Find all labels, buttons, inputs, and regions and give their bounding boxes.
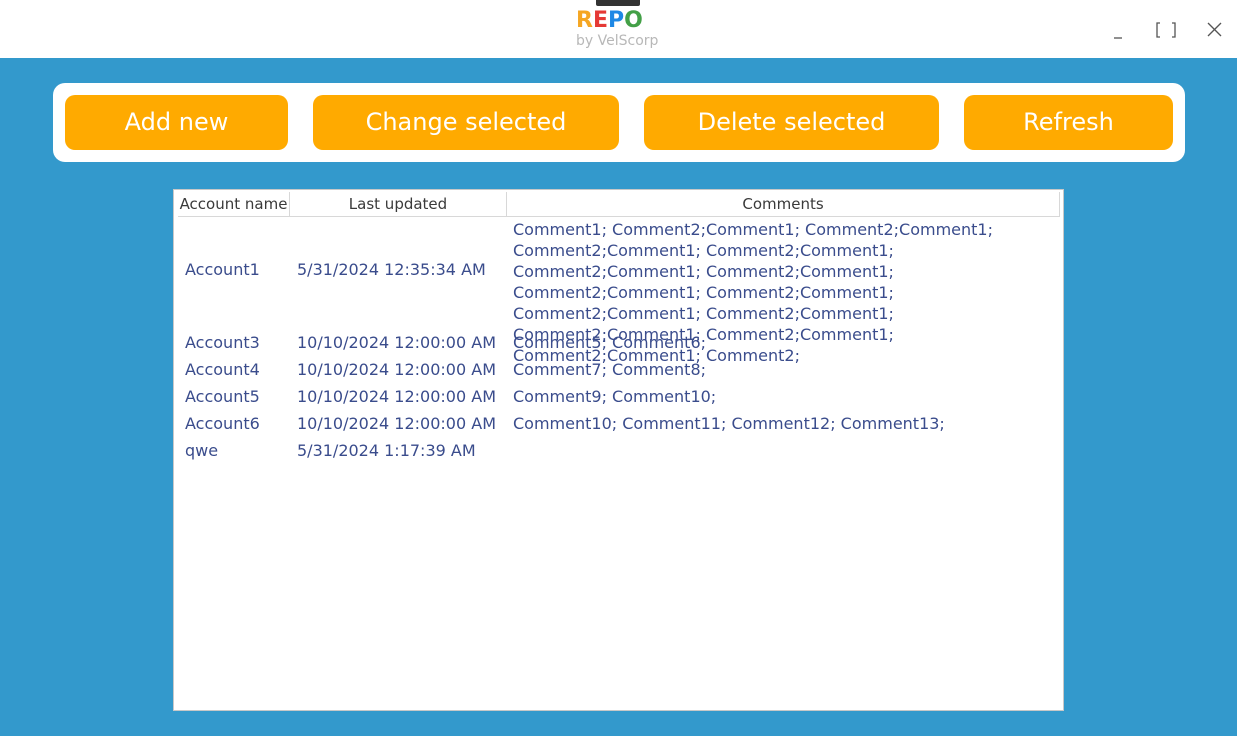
logo-letter-e: E	[592, 8, 608, 33]
title-bar[interactable]: REPO by VelScorp	[0, 0, 1237, 58]
table-row[interactable]: Account6 10/10/2024 12:00:00 AM Comment1…	[174, 410, 1063, 437]
cell-comments: Comment9; Comment10;	[513, 387, 717, 406]
logo-letter-r: R	[576, 8, 593, 33]
toolbar: Add new Change selected Delete selected …	[53, 83, 1185, 162]
table-row[interactable]: qwe 5/31/2024 1:17:39 AM	[174, 437, 1063, 464]
drag-handle[interactable]	[596, 0, 640, 6]
cell-account-name: qwe	[185, 441, 219, 460]
table-row[interactable]: Account1 5/31/2024 12:35:34 AM Comment1;…	[174, 218, 1063, 365]
cell-last-updated: 5/31/2024 12:35:34 AM	[297, 260, 486, 279]
logo-letter-o: O	[624, 8, 643, 33]
cell-account-name: Account1	[185, 260, 260, 279]
change-selected-button[interactable]: Change selected	[313, 95, 619, 150]
column-header-account-name[interactable]: Account name	[178, 192, 290, 216]
table-body: Account1 5/31/2024 12:35:34 AM Comment1;…	[174, 218, 1063, 464]
app-window: REPO by VelScorp Add new Change selected…	[0, 0, 1237, 736]
table-row[interactable]: Account3 10/10/2024 12:00:00 AM Comment5…	[174, 329, 1063, 356]
cell-last-updated: 10/10/2024 12:00:00 AM	[297, 387, 496, 406]
column-header-comments[interactable]: Comments	[507, 192, 1060, 216]
cell-last-updated: 10/10/2024 12:00:00 AM	[297, 360, 496, 379]
cell-last-updated: 5/31/2024 1:17:39 AM	[297, 441, 476, 460]
logo-wordmark: REPO	[576, 8, 643, 34]
cell-account-name: Account6	[185, 414, 260, 433]
column-header-last-updated[interactable]: Last updated	[290, 192, 507, 216]
minimize-button[interactable]	[1104, 16, 1132, 44]
refresh-button[interactable]: Refresh	[964, 95, 1173, 150]
cell-last-updated: 10/10/2024 12:00:00 AM	[297, 333, 496, 352]
cell-account-name: Account5	[185, 387, 260, 406]
table-header: Account name Last updated Comments	[178, 192, 1060, 217]
table-row[interactable]: Account4 10/10/2024 12:00:00 AM Comment7…	[174, 356, 1063, 383]
minimize-icon	[1114, 37, 1122, 39]
cell-account-name: Account4	[185, 360, 260, 379]
cell-comments: Comment5; Comment6;	[513, 333, 707, 352]
cell-comments: Comment10; Comment11; Comment12; Comment…	[513, 414, 945, 433]
add-new-button[interactable]: Add new	[65, 95, 288, 150]
app-logo: REPO by VelScorp	[576, 8, 686, 54]
cell-last-updated: 10/10/2024 12:00:00 AM	[297, 414, 496, 433]
close-icon	[1207, 22, 1222, 37]
maximize-button[interactable]	[1152, 16, 1180, 44]
cell-account-name: Account3	[185, 333, 260, 352]
close-button[interactable]	[1201, 16, 1229, 44]
maximize-icon	[1156, 22, 1176, 38]
cell-comments: Comment7; Comment8;	[513, 360, 707, 379]
accounts-table[interactable]: Account name Last updated Comments Accou…	[173, 189, 1064, 711]
logo-letter-p: P	[607, 8, 625, 33]
delete-selected-button[interactable]: Delete selected	[644, 95, 939, 150]
logo-subtitle: by VelScorp	[576, 33, 659, 49]
table-row[interactable]: Account5 10/10/2024 12:00:00 AM Comment9…	[174, 383, 1063, 410]
